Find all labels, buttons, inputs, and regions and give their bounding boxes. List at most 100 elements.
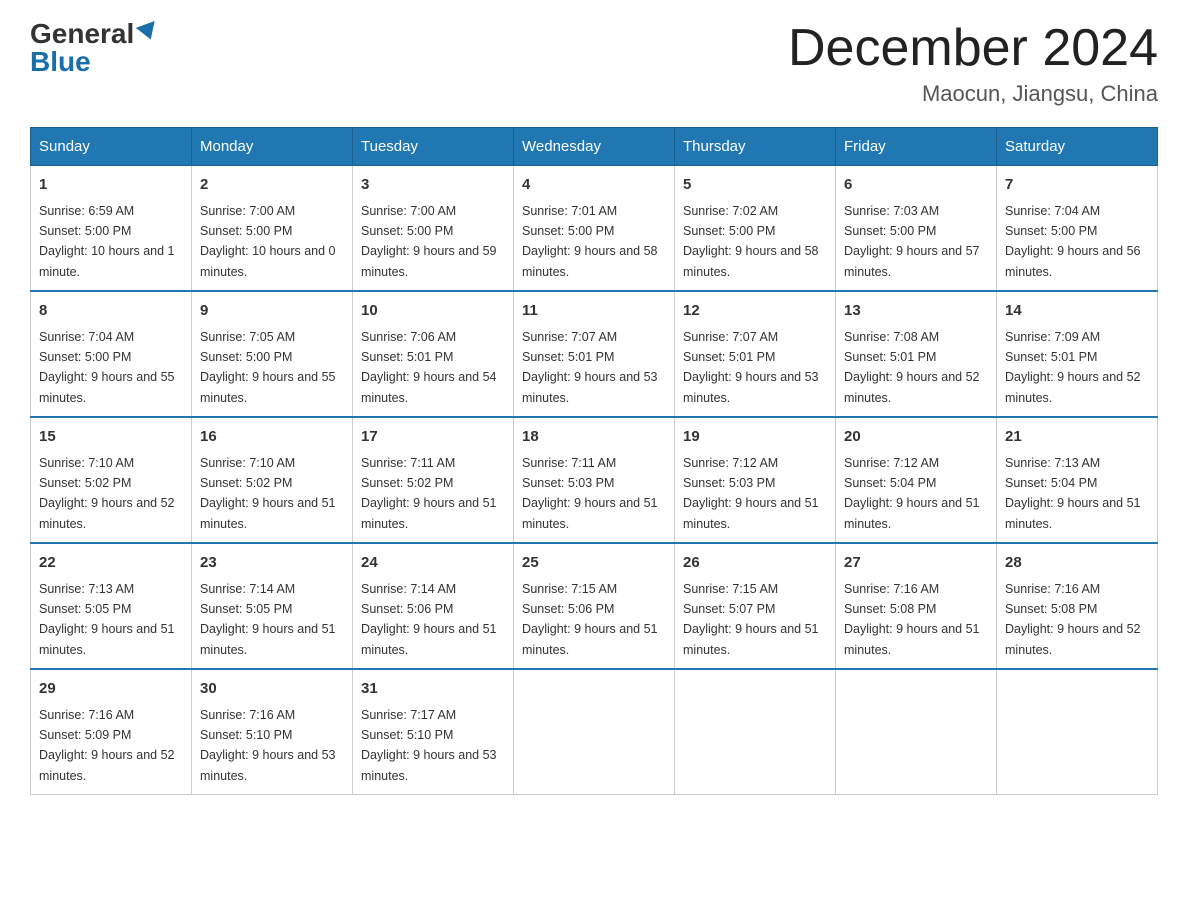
day-info: Sunrise: 7:11 AMSunset: 5:03 PMDaylight:… [522,456,658,531]
calendar-cell: 22 Sunrise: 7:13 AMSunset: 5:05 PMDaylig… [31,543,192,669]
calendar-cell: 30 Sunrise: 7:16 AMSunset: 5:10 PMDaylig… [192,669,353,795]
day-info: Sunrise: 7:05 AMSunset: 5:00 PMDaylight:… [200,330,336,405]
calendar-cell: 28 Sunrise: 7:16 AMSunset: 5:08 PMDaylig… [997,543,1158,669]
day-number: 9 [200,300,344,323]
calendar-cell: 5 Sunrise: 7:02 AMSunset: 5:00 PMDayligh… [675,166,836,292]
calendar-header: Sunday Monday Tuesday Wednesday Thursday… [31,128,1158,166]
day-info: Sunrise: 7:15 AMSunset: 5:06 PMDaylight:… [522,582,658,657]
day-info: Sunrise: 7:16 AMSunset: 5:08 PMDaylight:… [844,582,980,657]
day-number: 2 [200,174,344,197]
day-number: 13 [844,300,988,323]
day-info: Sunrise: 7:13 AMSunset: 5:05 PMDaylight:… [39,582,175,657]
day-info: Sunrise: 7:00 AMSunset: 5:00 PMDaylight:… [200,204,336,279]
calendar-cell: 26 Sunrise: 7:15 AMSunset: 5:07 PMDaylig… [675,543,836,669]
col-sunday: Sunday [31,128,192,166]
calendar-cell [675,669,836,795]
location-subtitle: Maocun, Jiangsu, China [788,81,1158,107]
day-number: 8 [39,300,183,323]
day-number: 16 [200,426,344,449]
day-info: Sunrise: 7:01 AMSunset: 5:00 PMDaylight:… [522,204,658,279]
logo-general-text: General [30,20,134,48]
month-title: December 2024 [788,20,1158,77]
day-number: 22 [39,552,183,575]
header-row: Sunday Monday Tuesday Wednesday Thursday… [31,128,1158,166]
day-number: 25 [522,552,666,575]
day-number: 26 [683,552,827,575]
day-number: 3 [361,174,505,197]
day-number: 7 [1005,174,1149,197]
calendar-cell: 29 Sunrise: 7:16 AMSunset: 5:09 PMDaylig… [31,669,192,795]
day-number: 30 [200,678,344,701]
calendar-cell: 27 Sunrise: 7:16 AMSunset: 5:08 PMDaylig… [836,543,997,669]
calendar-cell: 11 Sunrise: 7:07 AMSunset: 5:01 PMDaylig… [514,291,675,417]
day-number: 14 [1005,300,1149,323]
day-info: Sunrise: 7:07 AMSunset: 5:01 PMDaylight:… [683,330,819,405]
calendar-cell: 1 Sunrise: 6:59 AMSunset: 5:00 PMDayligh… [31,166,192,292]
calendar-cell: 17 Sunrise: 7:11 AMSunset: 5:02 PMDaylig… [353,417,514,543]
calendar-cell: 6 Sunrise: 7:03 AMSunset: 5:00 PMDayligh… [836,166,997,292]
col-friday: Friday [836,128,997,166]
page-header: General Blue December 2024 Maocun, Jiang… [30,20,1158,107]
day-number: 23 [200,552,344,575]
logo: General Blue [30,20,158,76]
day-number: 20 [844,426,988,449]
calendar-cell: 3 Sunrise: 7:00 AMSunset: 5:00 PMDayligh… [353,166,514,292]
calendar-cell: 19 Sunrise: 7:12 AMSunset: 5:03 PMDaylig… [675,417,836,543]
calendar-cell: 12 Sunrise: 7:07 AMSunset: 5:01 PMDaylig… [675,291,836,417]
day-info: Sunrise: 7:12 AMSunset: 5:04 PMDaylight:… [844,456,980,531]
calendar-cell: 8 Sunrise: 7:04 AMSunset: 5:00 PMDayligh… [31,291,192,417]
calendar-cell [514,669,675,795]
calendar-cell: 18 Sunrise: 7:11 AMSunset: 5:03 PMDaylig… [514,417,675,543]
day-info: Sunrise: 7:09 AMSunset: 5:01 PMDaylight:… [1005,330,1141,405]
col-monday: Monday [192,128,353,166]
col-tuesday: Tuesday [353,128,514,166]
day-info: Sunrise: 6:59 AMSunset: 5:00 PMDaylight:… [39,204,175,279]
calendar-cell: 31 Sunrise: 7:17 AMSunset: 5:10 PMDaylig… [353,669,514,795]
calendar-cell [836,669,997,795]
day-info: Sunrise: 7:00 AMSunset: 5:00 PMDaylight:… [361,204,497,279]
day-number: 17 [361,426,505,449]
col-wednesday: Wednesday [514,128,675,166]
day-info: Sunrise: 7:15 AMSunset: 5:07 PMDaylight:… [683,582,819,657]
calendar-cell: 23 Sunrise: 7:14 AMSunset: 5:05 PMDaylig… [192,543,353,669]
day-info: Sunrise: 7:07 AMSunset: 5:01 PMDaylight:… [522,330,658,405]
day-info: Sunrise: 7:14 AMSunset: 5:06 PMDaylight:… [361,582,497,657]
day-info: Sunrise: 7:08 AMSunset: 5:01 PMDaylight:… [844,330,980,405]
calendar-cell: 10 Sunrise: 7:06 AMSunset: 5:01 PMDaylig… [353,291,514,417]
calendar-cell: 25 Sunrise: 7:15 AMSunset: 5:06 PMDaylig… [514,543,675,669]
day-number: 29 [39,678,183,701]
col-thursday: Thursday [675,128,836,166]
calendar-cell: 24 Sunrise: 7:14 AMSunset: 5:06 PMDaylig… [353,543,514,669]
calendar-week-row: 15 Sunrise: 7:10 AMSunset: 5:02 PMDaylig… [31,417,1158,543]
calendar-table: Sunday Monday Tuesday Wednesday Thursday… [30,127,1158,795]
day-info: Sunrise: 7:10 AMSunset: 5:02 PMDaylight:… [200,456,336,531]
calendar-cell: 15 Sunrise: 7:10 AMSunset: 5:02 PMDaylig… [31,417,192,543]
day-number: 5 [683,174,827,197]
day-info: Sunrise: 7:11 AMSunset: 5:02 PMDaylight:… [361,456,497,531]
day-number: 28 [1005,552,1149,575]
day-number: 27 [844,552,988,575]
day-number: 21 [1005,426,1149,449]
calendar-cell [997,669,1158,795]
title-section: December 2024 Maocun, Jiangsu, China [788,20,1158,107]
day-number: 24 [361,552,505,575]
day-info: Sunrise: 7:12 AMSunset: 5:03 PMDaylight:… [683,456,819,531]
day-number: 10 [361,300,505,323]
logo-triangle-icon [136,21,160,43]
col-saturday: Saturday [997,128,1158,166]
day-info: Sunrise: 7:10 AMSunset: 5:02 PMDaylight:… [39,456,175,531]
day-info: Sunrise: 7:16 AMSunset: 5:10 PMDaylight:… [200,708,336,783]
calendar-body: 1 Sunrise: 6:59 AMSunset: 5:00 PMDayligh… [31,166,1158,795]
day-info: Sunrise: 7:04 AMSunset: 5:00 PMDaylight:… [39,330,175,405]
day-number: 31 [361,678,505,701]
day-number: 15 [39,426,183,449]
day-info: Sunrise: 7:14 AMSunset: 5:05 PMDaylight:… [200,582,336,657]
calendar-week-row: 8 Sunrise: 7:04 AMSunset: 5:00 PMDayligh… [31,291,1158,417]
day-number: 4 [522,174,666,197]
day-info: Sunrise: 7:02 AMSunset: 5:00 PMDaylight:… [683,204,819,279]
calendar-week-row: 22 Sunrise: 7:13 AMSunset: 5:05 PMDaylig… [31,543,1158,669]
logo-blue-text: Blue [30,46,91,77]
day-number: 6 [844,174,988,197]
calendar-cell: 14 Sunrise: 7:09 AMSunset: 5:01 PMDaylig… [997,291,1158,417]
calendar-cell: 9 Sunrise: 7:05 AMSunset: 5:00 PMDayligh… [192,291,353,417]
